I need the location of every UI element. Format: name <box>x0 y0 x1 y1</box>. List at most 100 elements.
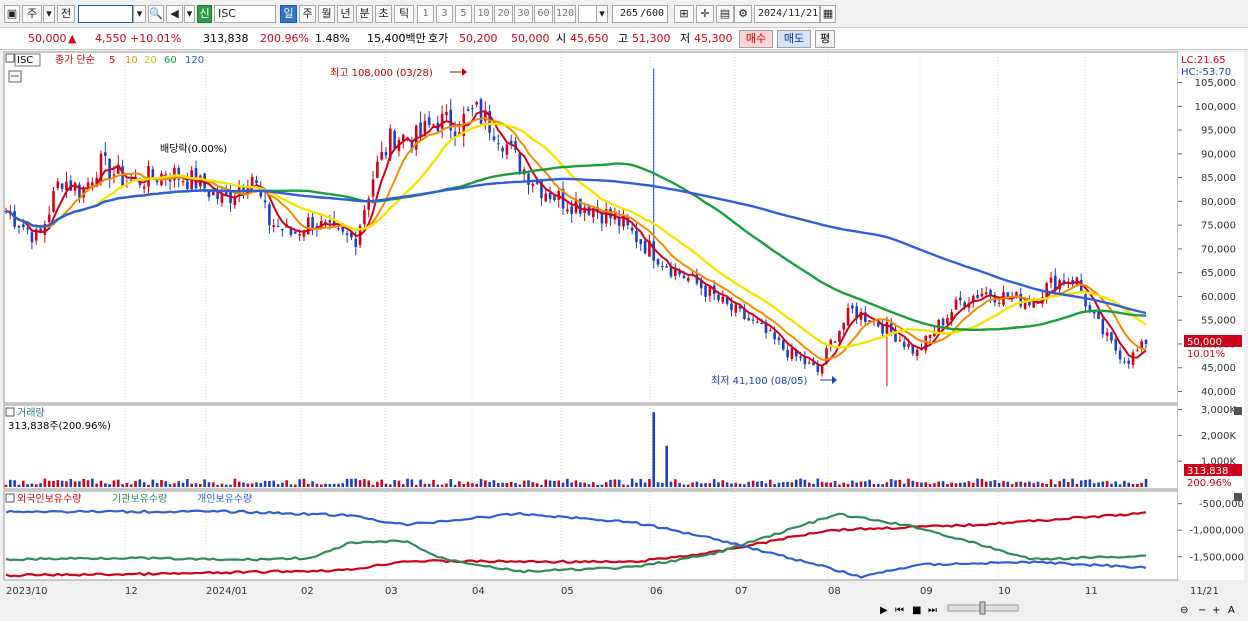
scroll-end-icon[interactable]: ⏭ <box>928 605 937 616</box>
candle-body <box>276 225 280 227</box>
credit-badge[interactable]: 신 <box>197 5 212 23</box>
period-year[interactable]: 년 <box>337 5 354 23</box>
volume-bar <box>682 484 686 487</box>
candle-body <box>147 165 150 187</box>
volume-bar <box>924 482 928 487</box>
scroll-start-icon[interactable]: ⏮ <box>895 605 904 616</box>
volume-bar <box>799 478 802 487</box>
volume-bar <box>743 484 746 487</box>
volume-bar <box>129 484 133 487</box>
date-tick-label: 05 <box>561 586 574 597</box>
settings-icon[interactable]: ⚙ <box>734 5 752 23</box>
date-tick-label: 10 <box>998 586 1011 597</box>
minus-icon[interactable]: − <box>1198 605 1206 616</box>
volume-bar <box>39 483 42 487</box>
interval-60[interactable]: 60 <box>534 5 553 23</box>
period-day[interactable]: 일 <box>280 5 297 23</box>
volume-bar <box>1105 481 1109 487</box>
volume-bar <box>501 482 504 487</box>
chart-canvas[interactable]: 105,000 100,000 95,000 90,000 85,000 80,000 75… <box>0 50 1248 621</box>
volume-panel <box>3 404 1179 490</box>
window-icon[interactable]: ▣ <box>4 5 20 23</box>
volume-bar <box>630 478 634 487</box>
period-month[interactable]: 월 <box>318 5 335 23</box>
period-tick[interactable]: 틱 <box>394 5 414 23</box>
legend-name: ISC <box>17 55 33 66</box>
low-annotation: 최저 41,100 (08/05) <box>711 375 807 387</box>
crosshair-icon[interactable]: ✛ <box>696 5 714 23</box>
price-tick-label: 65,000 <box>1201 268 1236 279</box>
volume-bar <box>99 480 103 487</box>
interval-30[interactable]: 30 <box>514 5 533 23</box>
prev-button[interactable]: 전 <box>57 5 75 23</box>
volume-bar <box>341 483 345 487</box>
low-label: 저 <box>680 32 691 45</box>
interval-3[interactable]: 3 <box>436 5 453 23</box>
search-icon[interactable]: 🔍 <box>148 5 164 23</box>
volume-bar <box>289 484 293 487</box>
candle-body <box>570 206 573 214</box>
date-input[interactable]: 2024/11/21 <box>754 5 820 23</box>
volume-bar <box>484 480 487 487</box>
candle-body <box>976 294 979 299</box>
volume-bar <box>13 480 16 487</box>
period-minute[interactable]: 분 <box>356 5 373 23</box>
grid-tool-icon[interactable]: ⊞ <box>674 5 694 23</box>
volume-bar <box>997 482 1001 487</box>
interval-10[interactable]: 10 <box>474 5 493 23</box>
weekly-button[interactable]: 주 <box>22 5 42 23</box>
period-week[interactable]: 주 <box>299 5 316 23</box>
volume-bar <box>363 479 366 487</box>
interval-120[interactable]: 120 <box>554 5 576 23</box>
volume-bar <box>147 484 150 487</box>
stop-icon[interactable]: ■ <box>912 605 921 616</box>
eval-button[interactable]: 평 <box>815 30 835 48</box>
period-second[interactable]: 초 <box>375 5 392 23</box>
sell-button[interactable]: 매도 <box>777 30 811 48</box>
candle-body <box>250 176 254 187</box>
volume-bar <box>471 483 474 487</box>
volume-bar <box>350 478 353 487</box>
volume-bar <box>1066 482 1070 487</box>
buy-button[interactable]: 매수 <box>739 30 773 48</box>
volume-bar <box>376 481 379 487</box>
holding-tick-label: -1,000,000 <box>1189 526 1244 537</box>
date-tick-label: 2024/01 <box>206 586 248 597</box>
save-icon[interactable]: ▤ <box>716 5 734 23</box>
sound-dropdown-icon[interactable]: ▾ <box>184 5 195 23</box>
volume-bar <box>756 481 759 487</box>
volume-bar <box>108 484 111 487</box>
candle-body <box>337 228 340 230</box>
sound-icon[interactable]: ◀ <box>166 5 183 23</box>
plus-icon[interactable]: + <box>1212 605 1220 616</box>
calendar-icon[interactable]: ▦ <box>820 5 836 23</box>
interval-5[interactable]: 5 <box>455 5 472 23</box>
volume-bar <box>56 480 60 487</box>
stock-code-input[interactable]: 095340 <box>78 5 133 23</box>
count-input[interactable]: 265 <box>612 5 640 23</box>
volume-bar <box>889 479 893 487</box>
volume-bar <box>462 483 466 487</box>
interval-20[interactable]: 20 <box>494 5 513 23</box>
scroll-right-icon[interactable]: ▶ <box>880 605 888 616</box>
price-tick-label: 95,000 <box>1201 126 1236 137</box>
holding-close-icon[interactable] <box>1234 493 1242 501</box>
candle-body <box>997 302 1001 304</box>
volume-bar <box>1023 482 1027 487</box>
dropdown-arrow-icon[interactable]: ▾ <box>43 5 55 23</box>
volume-bar <box>725 482 729 487</box>
interval-dropdown-icon[interactable]: ▾ <box>596 5 608 23</box>
volume-close-icon[interactable] <box>1234 407 1242 415</box>
candle-body <box>717 294 720 301</box>
interval-1[interactable]: 1 <box>417 5 434 23</box>
candle-body <box>1028 301 1031 306</box>
code-dropdown-icon[interactable]: ▾ <box>133 5 146 23</box>
candle-body <box>86 182 90 187</box>
stock-name-field[interactable]: ISC <box>214 5 276 23</box>
volume-bar <box>704 483 707 487</box>
font-size-icon[interactable]: A <box>1228 605 1235 616</box>
zoom-slider-thumb[interactable] <box>979 601 986 615</box>
date-tick-label: 08 <box>828 586 841 597</box>
zoom-out-icon[interactable]: ⊖ <box>1180 605 1188 616</box>
candle-body <box>544 193 548 202</box>
